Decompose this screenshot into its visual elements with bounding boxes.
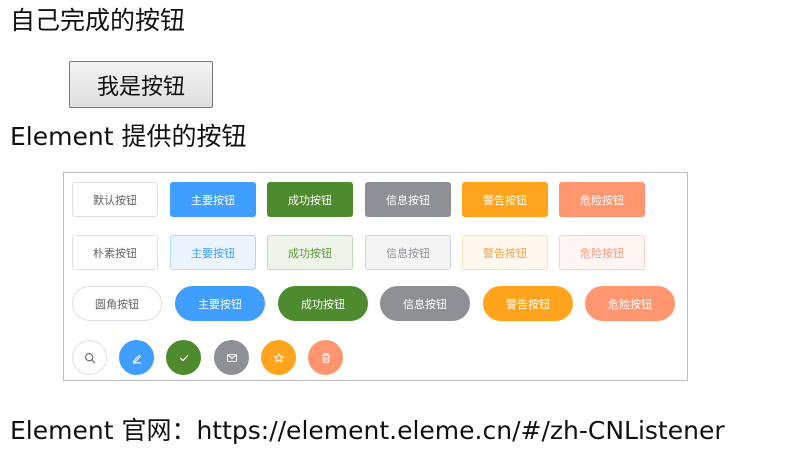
own-button-heading: 自己完成的按钮	[10, 6, 186, 35]
primary-button[interactable]: 主要按钮	[170, 182, 256, 217]
element-buttons-heading: Element 提供的按钮	[10, 122, 247, 151]
delete-icon	[321, 352, 330, 363]
plain-info-button[interactable]: 信息按钮	[365, 235, 451, 270]
round-info-button[interactable]: 信息按钮	[380, 286, 470, 321]
edit-icon	[132, 354, 141, 363]
info-button[interactable]: 信息按钮	[365, 182, 451, 217]
plain-success-button[interactable]: 成功按钮	[267, 235, 353, 270]
star-icon	[273, 352, 284, 362]
circle-check-button[interactable]	[166, 340, 201, 375]
plain-warning-button[interactable]: 警告按钮	[462, 235, 548, 270]
plain-primary-button[interactable]: 主要按钮	[170, 235, 256, 270]
success-button[interactable]: 成功按钮	[267, 182, 353, 217]
circle-star-button[interactable]	[261, 340, 296, 375]
plain-default-button[interactable]: 朴素按钮	[72, 235, 158, 270]
round-default-button[interactable]: 圆角按钮	[72, 286, 162, 321]
element-site-text: Element 官网：https://element.eleme.cn/#/zh…	[10, 416, 725, 445]
check-icon	[179, 354, 188, 361]
circle-delete-button[interactable]	[308, 340, 343, 375]
default-button[interactable]: 默认按钮	[72, 182, 158, 217]
native-button[interactable]: 我是按钮	[69, 61, 213, 108]
round-danger-button[interactable]: 危险按钮	[585, 286, 675, 321]
element-button-demo: 默认按钮 主要按钮 成功按钮 信息按钮 警告按钮 危险按钮 朴素按钮 主要按钮 …	[63, 172, 688, 381]
circle-message-button[interactable]	[214, 340, 249, 375]
plain-danger-button[interactable]: 危险按钮	[559, 235, 645, 270]
round-primary-button[interactable]: 主要按钮	[175, 286, 265, 321]
round-warning-button[interactable]: 警告按钮	[483, 286, 573, 321]
round-success-button[interactable]: 成功按钮	[278, 286, 368, 321]
search-icon	[84, 352, 95, 363]
circle-search-button[interactable]	[72, 340, 107, 375]
circle-edit-button[interactable]	[119, 340, 154, 375]
message-icon	[226, 353, 237, 362]
warning-button[interactable]: 警告按钮	[462, 182, 548, 217]
danger-button[interactable]: 危险按钮	[559, 182, 645, 217]
